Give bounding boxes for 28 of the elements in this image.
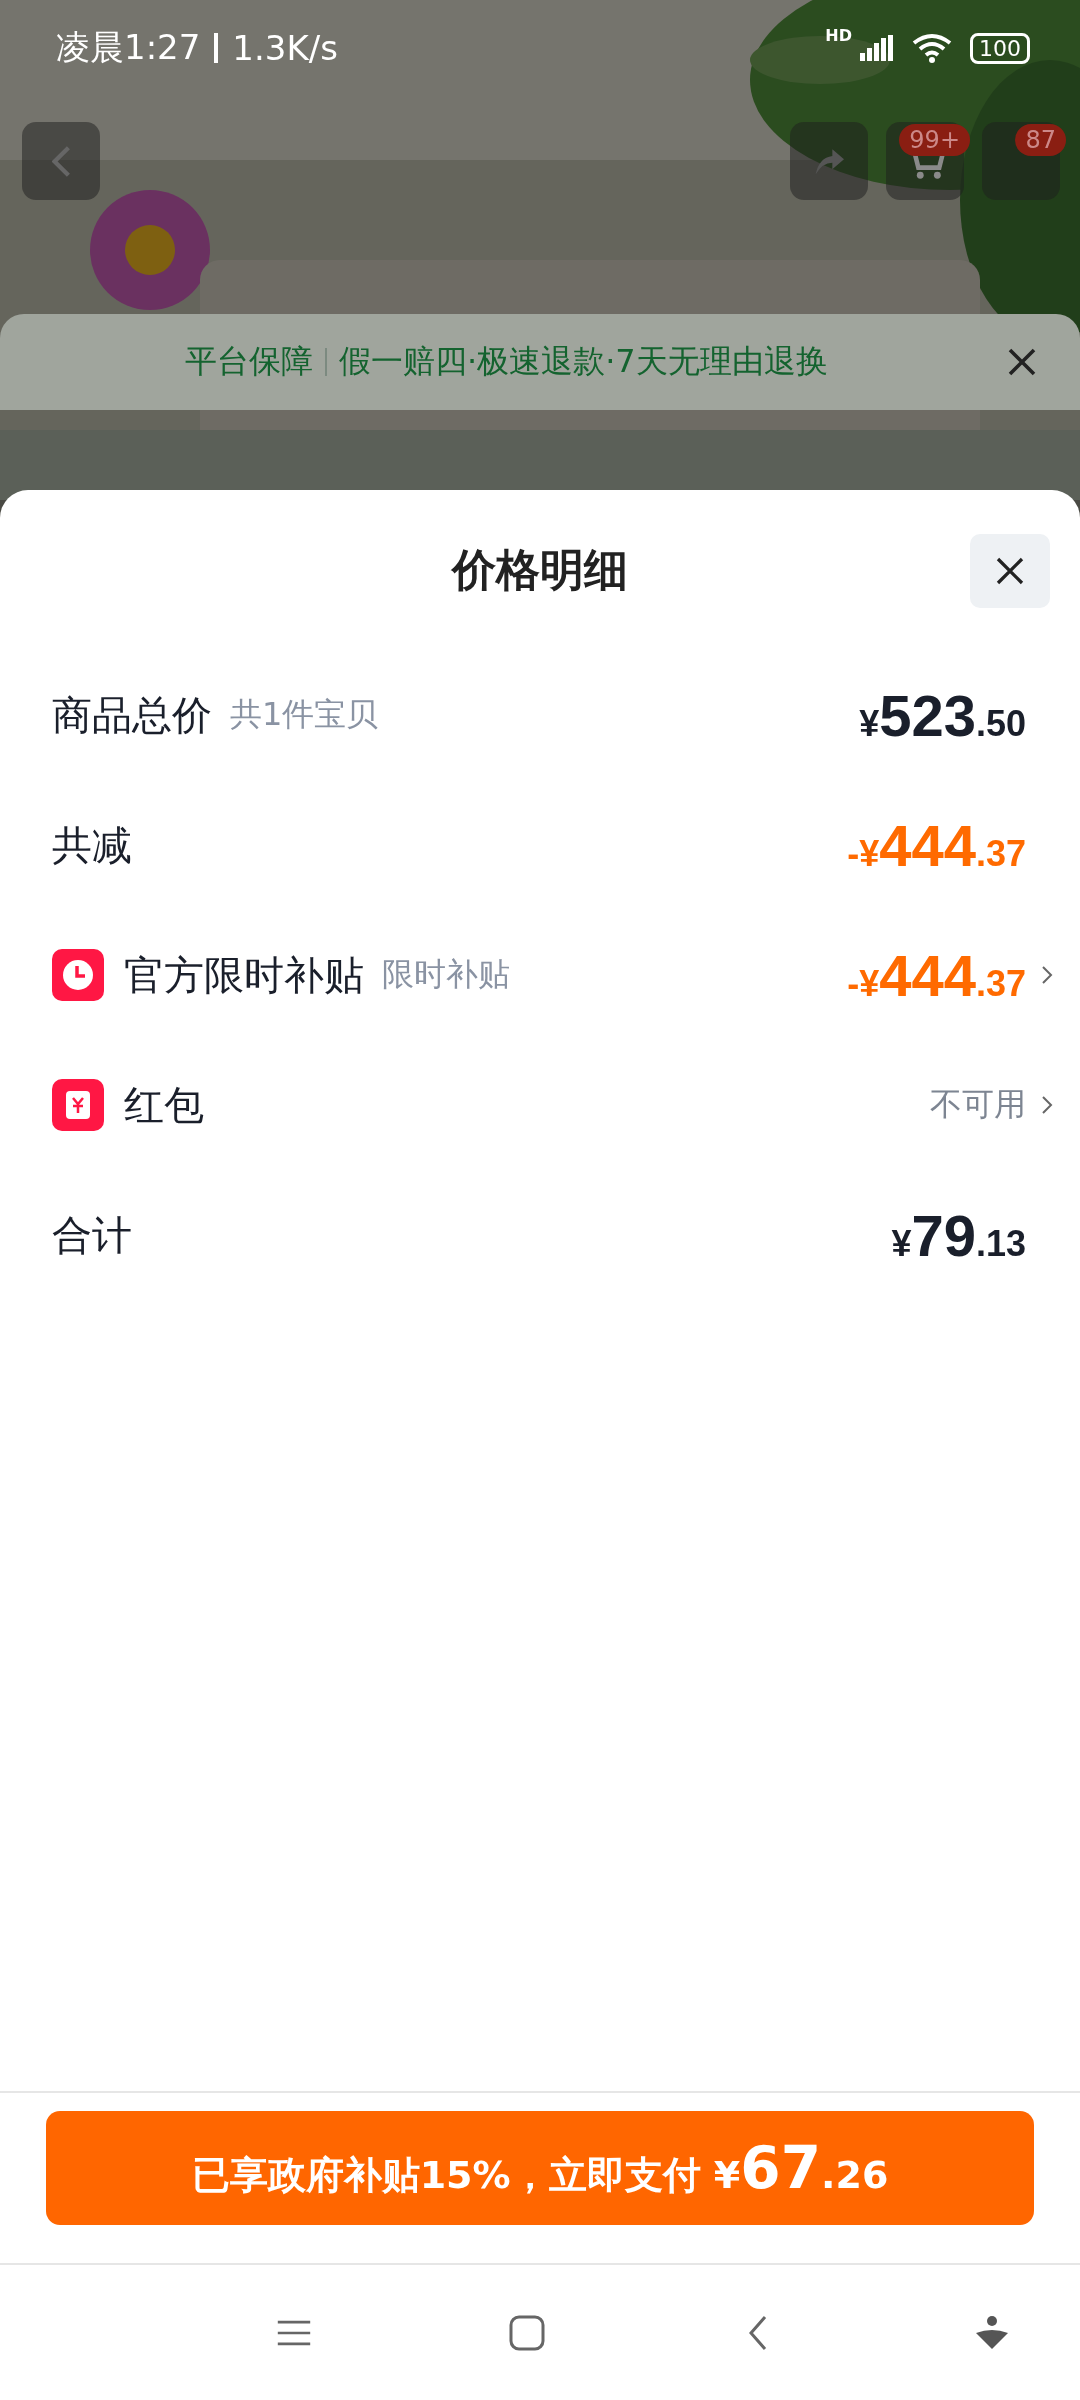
battery-level: 100	[970, 32, 1030, 64]
row-label: 商品总价	[52, 690, 212, 740]
pay-button[interactable]: 已享政府补贴15%，立即支付 ¥67.26	[46, 2111, 1034, 2225]
row-note: 共1件宝贝	[230, 694, 379, 735]
cart-count-badge: 99+	[899, 124, 970, 156]
row-label: 共减	[52, 820, 132, 870]
price-amount: -¥444.37	[847, 941, 1026, 1009]
guarantee-text: 假一赔四·极速退款·7天无理由退换	[339, 341, 828, 382]
status-time: 凌晨1:27	[56, 26, 201, 69]
row-label: 红包	[124, 1080, 204, 1130]
back-icon	[51, 144, 71, 178]
clock-icon	[52, 949, 104, 1001]
home-icon[interactable]	[508, 2314, 545, 2351]
envelope-icon	[52, 1079, 104, 1131]
wifi-icon	[912, 33, 952, 63]
network-speed: 1.3K/s	[232, 28, 338, 68]
close-button[interactable]	[970, 534, 1050, 608]
row-label: 合计	[52, 1210, 132, 1260]
price-amount: -¥444.37	[847, 811, 1026, 879]
sheet-title: 价格明细	[452, 542, 628, 597]
row-note: 限时补贴	[382, 954, 510, 995]
price-amount: ¥79.13	[891, 1201, 1026, 1269]
row-value: 不可用	[930, 1084, 1026, 1125]
row-label: 官方限时补贴	[124, 950, 364, 1000]
network-type: HD	[825, 26, 852, 45]
price-amount: ¥523.50	[859, 681, 1026, 749]
guarantee-label: 平台保障	[185, 341, 313, 382]
signal-icon	[860, 35, 894, 61]
